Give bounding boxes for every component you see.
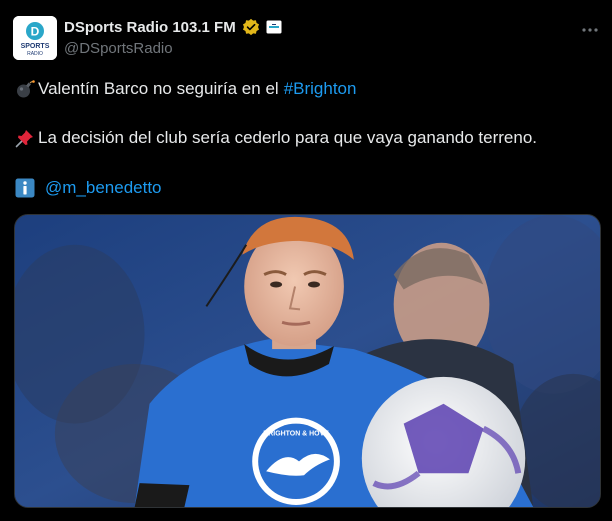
account-handle[interactable]: @DSportsRadio: [64, 40, 173, 57]
affiliate-badge-icon[interactable]: [266, 20, 282, 34]
pushpin-emoji-icon: [15, 130, 33, 148]
avatar[interactable]: D SPORTS RADIO: [13, 16, 57, 60]
info-emoji-icon: [15, 178, 35, 198]
display-name[interactable]: DSports Radio 103.1 FM: [64, 19, 236, 36]
player-photo-image: BRIGHTON & HOVE: [15, 215, 600, 507]
tweet-card: D SPORTS RADIO DSports Radio 103.1 FM @D…: [0, 0, 612, 521]
bomb-emoji-icon: [17, 80, 35, 98]
tweet-line-1: Valentín Barco no seguiría en el #Bright…: [15, 79, 356, 99]
tweet-line-3: @m_benedetto: [15, 178, 162, 198]
tweet-line-1-text: Valentín Barco no seguiría en el: [38, 79, 279, 98]
mention-link[interactable]: @m_benedetto: [45, 178, 162, 198]
hashtag-link[interactable]: #Brighton: [284, 79, 357, 99]
svg-text:BRIGHTON & HOVE: BRIGHTON & HOVE: [263, 430, 329, 437]
tweet-photo[interactable]: BRIGHTON & HOVE: [14, 214, 601, 508]
tweet-line-2-text: La decisión del club sería cederlo para …: [38, 128, 538, 147]
svg-text:RADIO: RADIO: [27, 51, 43, 57]
svg-text:D: D: [31, 25, 40, 39]
verified-icon: [242, 18, 259, 36]
tweet-line-2: La decisión del club sería cederlo para …: [15, 128, 537, 148]
dsports-logo-icon: D SPORTS RADIO: [13, 16, 57, 60]
account-name-row: DSports Radio 103.1 FM: [64, 16, 282, 38]
svg-text:SPORTS: SPORTS: [21, 43, 50, 50]
more-options-icon[interactable]: [582, 20, 598, 36]
